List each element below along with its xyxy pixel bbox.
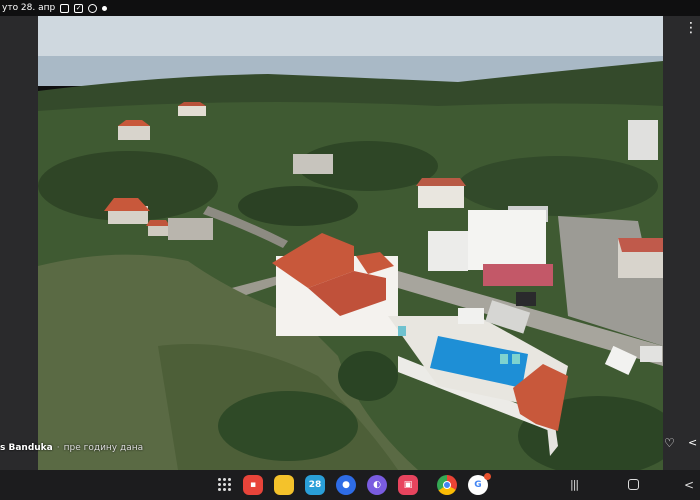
dot-notification-icon (102, 5, 108, 11)
sync-notification-icon (88, 3, 98, 13)
chrome-app-icon[interactable] (437, 475, 457, 495)
screen-recorder-app-icon[interactable]: ▣ (398, 475, 418, 495)
status-date: уто 28. апр (2, 3, 56, 13)
internet-app-icon[interactable]: ◐ (367, 475, 387, 495)
caption-separator: · (56, 443, 60, 453)
back-icon[interactable]: < (684, 478, 694, 492)
share-icon[interactable]: < (688, 436, 697, 449)
photo-author[interactable]: s Banduka (0, 443, 53, 453)
calendar-app-icon[interactable]: 28 (305, 475, 325, 495)
right-frame (663, 16, 700, 470)
status-bar: уто 28. апр (0, 0, 700, 16)
aerial-photo[interactable] (38, 16, 663, 470)
notes-app-icon[interactable] (274, 475, 294, 495)
gallery-notification-icon (60, 3, 70, 13)
heart-icon[interactable]: ♡ (664, 436, 675, 450)
flipboard-app-icon[interactable]: ▪ (243, 475, 263, 495)
more-options-icon[interactable]: ⋮ (684, 20, 698, 36)
calendar-day: 28 (308, 480, 322, 490)
notification-badge (484, 473, 491, 480)
screen: уто 28. апр ✓ ⋮ s Banduka · пре годину д… (0, 0, 700, 500)
app-drawer-icon[interactable] (218, 478, 231, 491)
photo-caption: s Banduka · пре годину дана (0, 440, 143, 456)
taskbar: ▪ 28 ● ◐ ▣ G ||| < (0, 470, 700, 500)
home-icon[interactable] (628, 479, 639, 490)
aerial-photo-illustration (38, 16, 663, 470)
checkbox-notification-icon (74, 3, 84, 13)
messages-app-icon[interactable]: ● (336, 475, 356, 495)
photo-age: пре годину дана (63, 443, 144, 453)
left-frame (0, 16, 38, 470)
recent-apps-icon[interactable]: ||| (570, 478, 579, 492)
